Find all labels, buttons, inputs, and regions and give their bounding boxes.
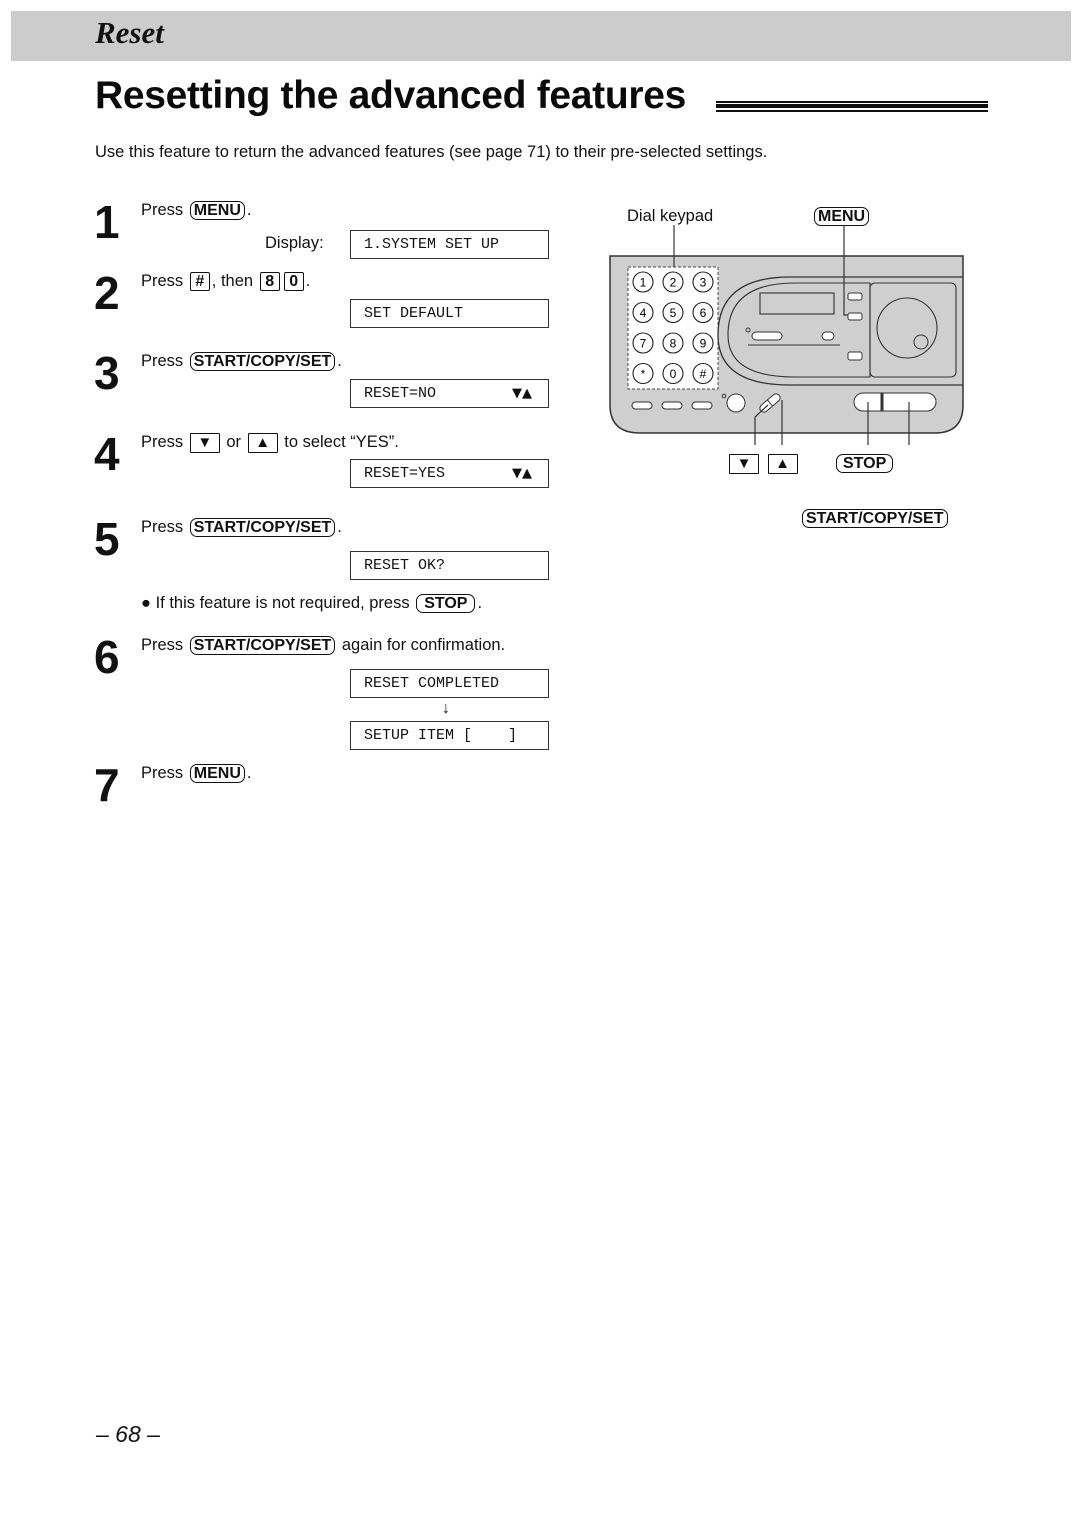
step-text: Press [141,433,184,451]
stop-start-buttons [853,392,937,412]
keypad-key-label: 8 [670,337,677,351]
digit-key-0: 0 [283,272,304,291]
arrow-key-labels: ▼ ▲ [727,454,800,474]
menu-panel-button [847,312,863,321]
digit-key-8: 8 [259,272,280,291]
keypad-key-label: 5 [670,306,677,320]
up-arrow-key: ▲ [767,454,798,474]
step-text: . [337,352,342,370]
stop-label: STOP [834,454,895,473]
step-3-instruction: Press START/COPY/SET. [141,350,342,372]
keypad-key-label: 7 [640,337,647,351]
intro-text: Use this feature to return the advanced … [95,143,768,161]
step-number: 2 [94,267,120,319]
panel-button [631,401,653,410]
panel-button [847,292,863,301]
step-6-instruction: Press START/COPY/SET again for confirmat… [141,634,505,656]
step-2-instruction: Press #, then 80. [141,270,310,292]
section-title: Reset [95,15,164,50]
lcd-display: RESET=YES ▼▲ [350,459,549,488]
step-number: 6 [94,631,120,683]
keypad-key-label: 4 [640,306,647,320]
start-copy-set-label: START/COPY/SET [800,509,950,528]
lcd-text: RESET=YES [364,465,446,482]
start-copy-set-key: START/COPY/SET [802,509,948,528]
stop-key: STOP [836,454,894,473]
start-copy-set-key: START/COPY/SET [189,352,336,371]
up-down-arrows-icon: ▼▲ [512,466,532,481]
keypad-key-label: 9 [700,337,707,351]
up-arrow-key: ▲ [247,432,278,453]
step-text: Press [141,518,184,536]
keypad-key-label: 0 [670,367,677,381]
lcd-text: RESET=NO [364,385,437,402]
step-text: Press [141,201,184,219]
step-5-instruction: Press START/COPY/SET. [141,516,342,538]
down-arrow-key: ▼ [729,454,759,474]
lcd-display: RESET OK? [350,551,549,580]
round-button [726,393,746,413]
lcd-display: SET DEFAULT [350,299,549,328]
keypad-key-label: # [700,367,707,381]
keypad-key-label: 2 [670,276,677,290]
step-text: Press [141,764,184,782]
step-text: . [337,518,342,536]
panel-button [847,351,863,361]
fax-control-panel-diagram: 1 2 3 4 5 6 7 8 9 * 0 # [609,225,964,445]
step-7-instruction: Press MENU. [141,762,251,784]
step-number: 5 [94,513,120,565]
lcd-display: SETUP ITEM [ ] [350,721,549,750]
panel-button [821,331,835,341]
lcd-display: RESET=NO ▼▲ [350,379,549,408]
step-text: again for confirmation. [341,636,506,654]
step-text: to select “YES”. [284,433,399,451]
lcd-display: RESET COMPLETED [350,669,549,698]
step-text: Press [141,636,184,654]
panel-button [661,401,683,410]
step-number: 1 [94,196,120,248]
step-number: 4 [94,428,120,480]
flow-down-arrow-icon: ↓ [442,700,450,717]
step-text: . [246,764,252,782]
pound-key: # [189,272,210,291]
up-down-arrows-icon: ▼▲ [512,386,532,401]
start-copy-set-key: START/COPY/SET [189,518,336,537]
step-text: or [226,433,242,451]
note-text: . [477,594,483,612]
step-text: . [246,201,252,219]
start-copy-set-key: START/COPY/SET [189,636,336,655]
display-label: Display: [265,234,324,252]
step-text: . [305,272,311,290]
keypad-key-label: 6 [700,306,707,320]
menu-key: MENU [189,764,245,783]
title-rule [716,101,988,112]
step-number: 7 [94,759,120,811]
step-text: , then [211,272,254,290]
keypad-key-label: * [641,367,646,381]
menu-key: MENU [189,201,245,220]
lcd-display: 1.SYSTEM SET UP [350,230,549,259]
step-1-instruction: Press MENU. [141,199,251,221]
panel-button [691,401,713,410]
stop-key: STOP [416,594,476,613]
panel-button [751,331,783,341]
section-header-band: Reset [11,11,1071,61]
bullet-icon: ● [141,594,151,612]
step-number: 3 [94,347,120,399]
step-5-note: ● If this feature is not required, press… [141,592,482,614]
page-number: – 68 – [96,1421,160,1447]
keypad-key-label: 3 [700,276,707,290]
note-text: If this feature is not required, press [155,594,410,612]
page-title: Resetting the advanced features [95,74,687,117]
step-text: Press [141,272,184,290]
keypad-key-label: 1 [640,276,647,290]
step-text: Press [141,352,184,370]
step-4-instruction: Press ▼ or ▲ to select “YES”. [141,431,399,453]
down-arrow-key: ▼ [189,432,220,453]
